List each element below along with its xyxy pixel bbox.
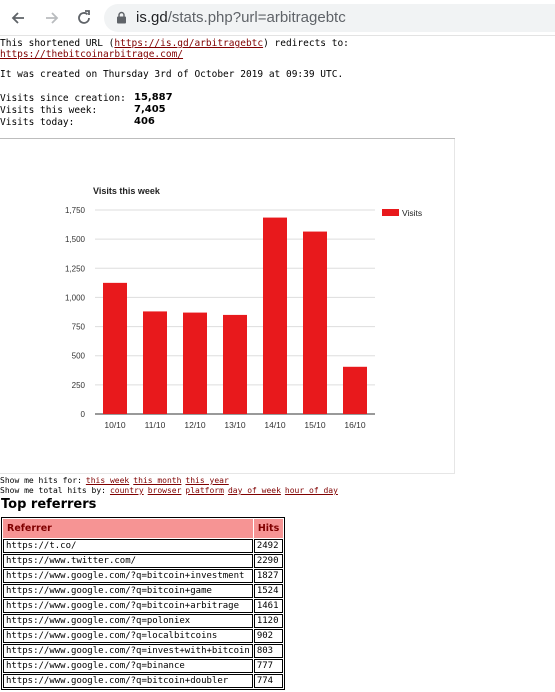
bar[interactable] (183, 312, 207, 414)
x-tick-label: 13/10 (224, 420, 246, 430)
referrer-cell: https://www.google.com/?q=bitcoin+double… (3, 674, 253, 688)
address-bar[interactable]: is.gd/stats.php?url=arbitragebtc (104, 4, 555, 32)
link-this-year[interactable]: this year (185, 476, 228, 485)
referrer-cell: https://www.google.com/?q=invest+with+bi… (3, 644, 253, 658)
header-hits: Hits (253, 519, 284, 538)
chart-svg: Visits this week 0 250 500 750 1,000 1,250 1,5… (65, 186, 422, 430)
chart-title: Visits this week (93, 186, 161, 196)
bar[interactable] (303, 231, 327, 414)
hits-cell: 777 (253, 659, 284, 673)
table-row: https://www.google.com/?q=localbitcoins 9… (3, 629, 284, 643)
show-hits-row: Show me hits for: this week this month this… (0, 476, 229, 485)
back-arrow-icon (11, 12, 24, 24)
hits-cell: 1524 (253, 584, 284, 598)
table-row: https://www.google.com/?q=invest+with+bi… (3, 644, 284, 658)
show-total-label: Show me total hits by: (0, 486, 106, 495)
link-browser[interactable]: browser (148, 486, 182, 495)
referrer-cell: https://www.google.com/?q=localbitcoins (3, 629, 253, 643)
table-row: https://www.google.com/?q=bitcoin+double… (3, 674, 284, 688)
bar[interactable] (343, 366, 367, 414)
visits-chart: Visits this week 0 250 500 750 1,000 1,250 1,5… (0, 139, 455, 474)
y-tick-label: 500 (72, 352, 86, 361)
link-country[interactable]: country (110, 486, 144, 495)
y-tick-label: 1,750 (65, 206, 86, 215)
bar[interactable] (103, 282, 127, 414)
table-row: https://www.google.com/?q=bitcoin+arbitr… (3, 599, 284, 613)
created-text: It was created on Thursday 3rd of Octobe… (0, 69, 344, 80)
x-tick-label: 11/10 (145, 420, 166, 430)
link-day-of-week[interactable]: day of week (228, 486, 281, 495)
stat-label-creation: Visits since creation: (0, 93, 126, 104)
back-button[interactable] (6, 6, 30, 30)
referrer-cell: https://www.twitter.com/ (3, 554, 253, 568)
bar[interactable] (263, 217, 287, 414)
y-tick-label: 750 (72, 323, 86, 332)
hits-cell: 2492 (253, 539, 284, 553)
table-row: https://www.google.com/?q=bitcoin+game 15… (3, 584, 284, 598)
referrer-cell: https://www.google.com/?q=bitcoin+game (3, 584, 253, 598)
hits-cell: 902 (253, 629, 284, 643)
forward-arrow-icon (46, 12, 59, 24)
stat-value-week: 7,405 (134, 104, 166, 115)
referrer-cell: https://t.co/ (3, 539, 253, 553)
y-tick-label: 250 (72, 381, 86, 390)
hits-cell: 1461 (253, 599, 284, 613)
referrer-cell: https://www.google.com/?q=bitcoin+arbitr… (3, 599, 253, 613)
bar[interactable] (143, 311, 167, 414)
table-row: https://www.google.com/?q=binance 777 (3, 659, 284, 673)
hits-cell: 1827 (253, 569, 284, 583)
y-tick-label: 1,000 (65, 293, 86, 302)
hits-cell: 803 (253, 644, 284, 658)
table-row: https://www.google.com/?q=bitcoin+invest… (3, 569, 284, 583)
x-tick-label: 12/10 (184, 420, 206, 430)
y-tick-label: 0 (81, 410, 86, 419)
table-row: https://www.google.com/?q=poloniex 1120 (3, 614, 284, 628)
x-tick-label: 16/10 (344, 420, 366, 430)
bar[interactable] (223, 314, 247, 414)
x-tick-label: 10/10 (104, 420, 126, 430)
link-this-month[interactable]: this month (133, 476, 181, 485)
show-total-row: Show me total hits by: country browser plat… (0, 486, 338, 495)
target-url-link[interactable]: https://thebitcoinarbitrage.com/ (0, 49, 183, 60)
stat-value-creation: 15,887 (134, 92, 173, 103)
target-url-line: https://thebitcoinarbitrage.com/ (0, 49, 183, 60)
referrers-table: Referrer Hits https://t.co/2492 https://w… (1, 517, 286, 690)
forward-button[interactable] (40, 6, 64, 30)
stat-label-today: Visits today: (0, 117, 75, 128)
link-platform[interactable]: platform (185, 486, 224, 495)
y-tick-label: 1,500 (65, 235, 86, 244)
table-header-row: Referrer Hits (3, 519, 284, 538)
top-referrers-heading: Top referrers (1, 497, 97, 512)
table-row: https://t.co/2492 (3, 539, 284, 553)
header-referrer: Referrer (3, 519, 253, 538)
show-hits-label: Show me hits for: (0, 476, 82, 485)
redirect-line: This shortened URL (https://is.gd/arbitr… (0, 38, 349, 49)
table-row: https://www.twitter.com/2290 (3, 554, 284, 568)
link-hour-of-day[interactable]: hour of day (285, 486, 338, 495)
referrer-cell: https://www.google.com/?q=poloniex (3, 614, 253, 628)
x-tick-label: 15/10 (304, 420, 326, 430)
browser-toolbar: is.gd/stats.php?url=arbitragebtc (0, 0, 555, 36)
reload-button[interactable] (72, 6, 96, 30)
stat-value-today: 406 (134, 116, 155, 127)
y-tick-label: 1,250 (65, 264, 86, 273)
url-text: is.gd/stats.php?url=arbitragebtc (136, 9, 346, 26)
stat-label-week: Visits this week: (0, 105, 98, 116)
referrer-cell: https://www.google.com/?q=binance (3, 659, 253, 673)
legend-label: Visits (402, 208, 422, 218)
short-url-link[interactable]: https://is.gd/arbitragebtc (114, 38, 263, 49)
hits-cell: 1120 (253, 614, 284, 628)
x-tick-label: 14/10 (264, 420, 286, 430)
referrer-cell: https://www.google.com/?q=bitcoin+invest… (3, 569, 253, 583)
hits-cell: 774 (253, 674, 284, 688)
reload-icon (78, 10, 90, 24)
hits-cell: 2290 (253, 554, 284, 568)
link-this-week[interactable]: this week (86, 476, 129, 485)
legend-swatch (382, 209, 399, 216)
lock-icon (117, 11, 126, 24)
